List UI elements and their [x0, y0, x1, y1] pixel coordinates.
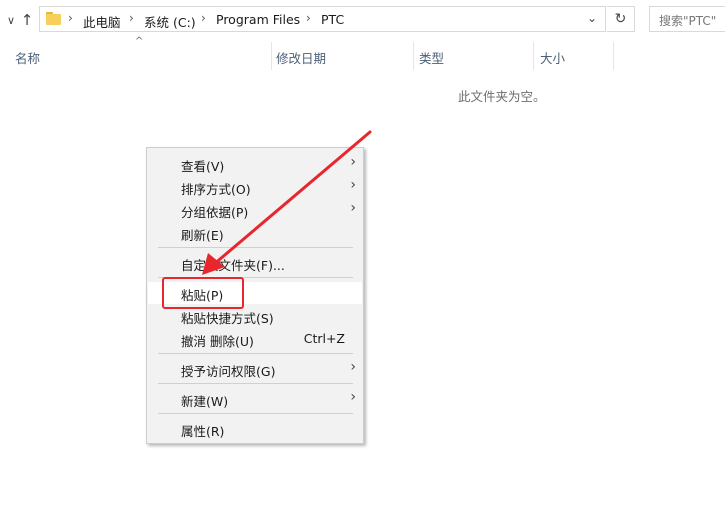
- annotation-arrow-icon: [202, 130, 372, 275]
- annotation-arrow-shaft: [211, 130, 372, 267]
